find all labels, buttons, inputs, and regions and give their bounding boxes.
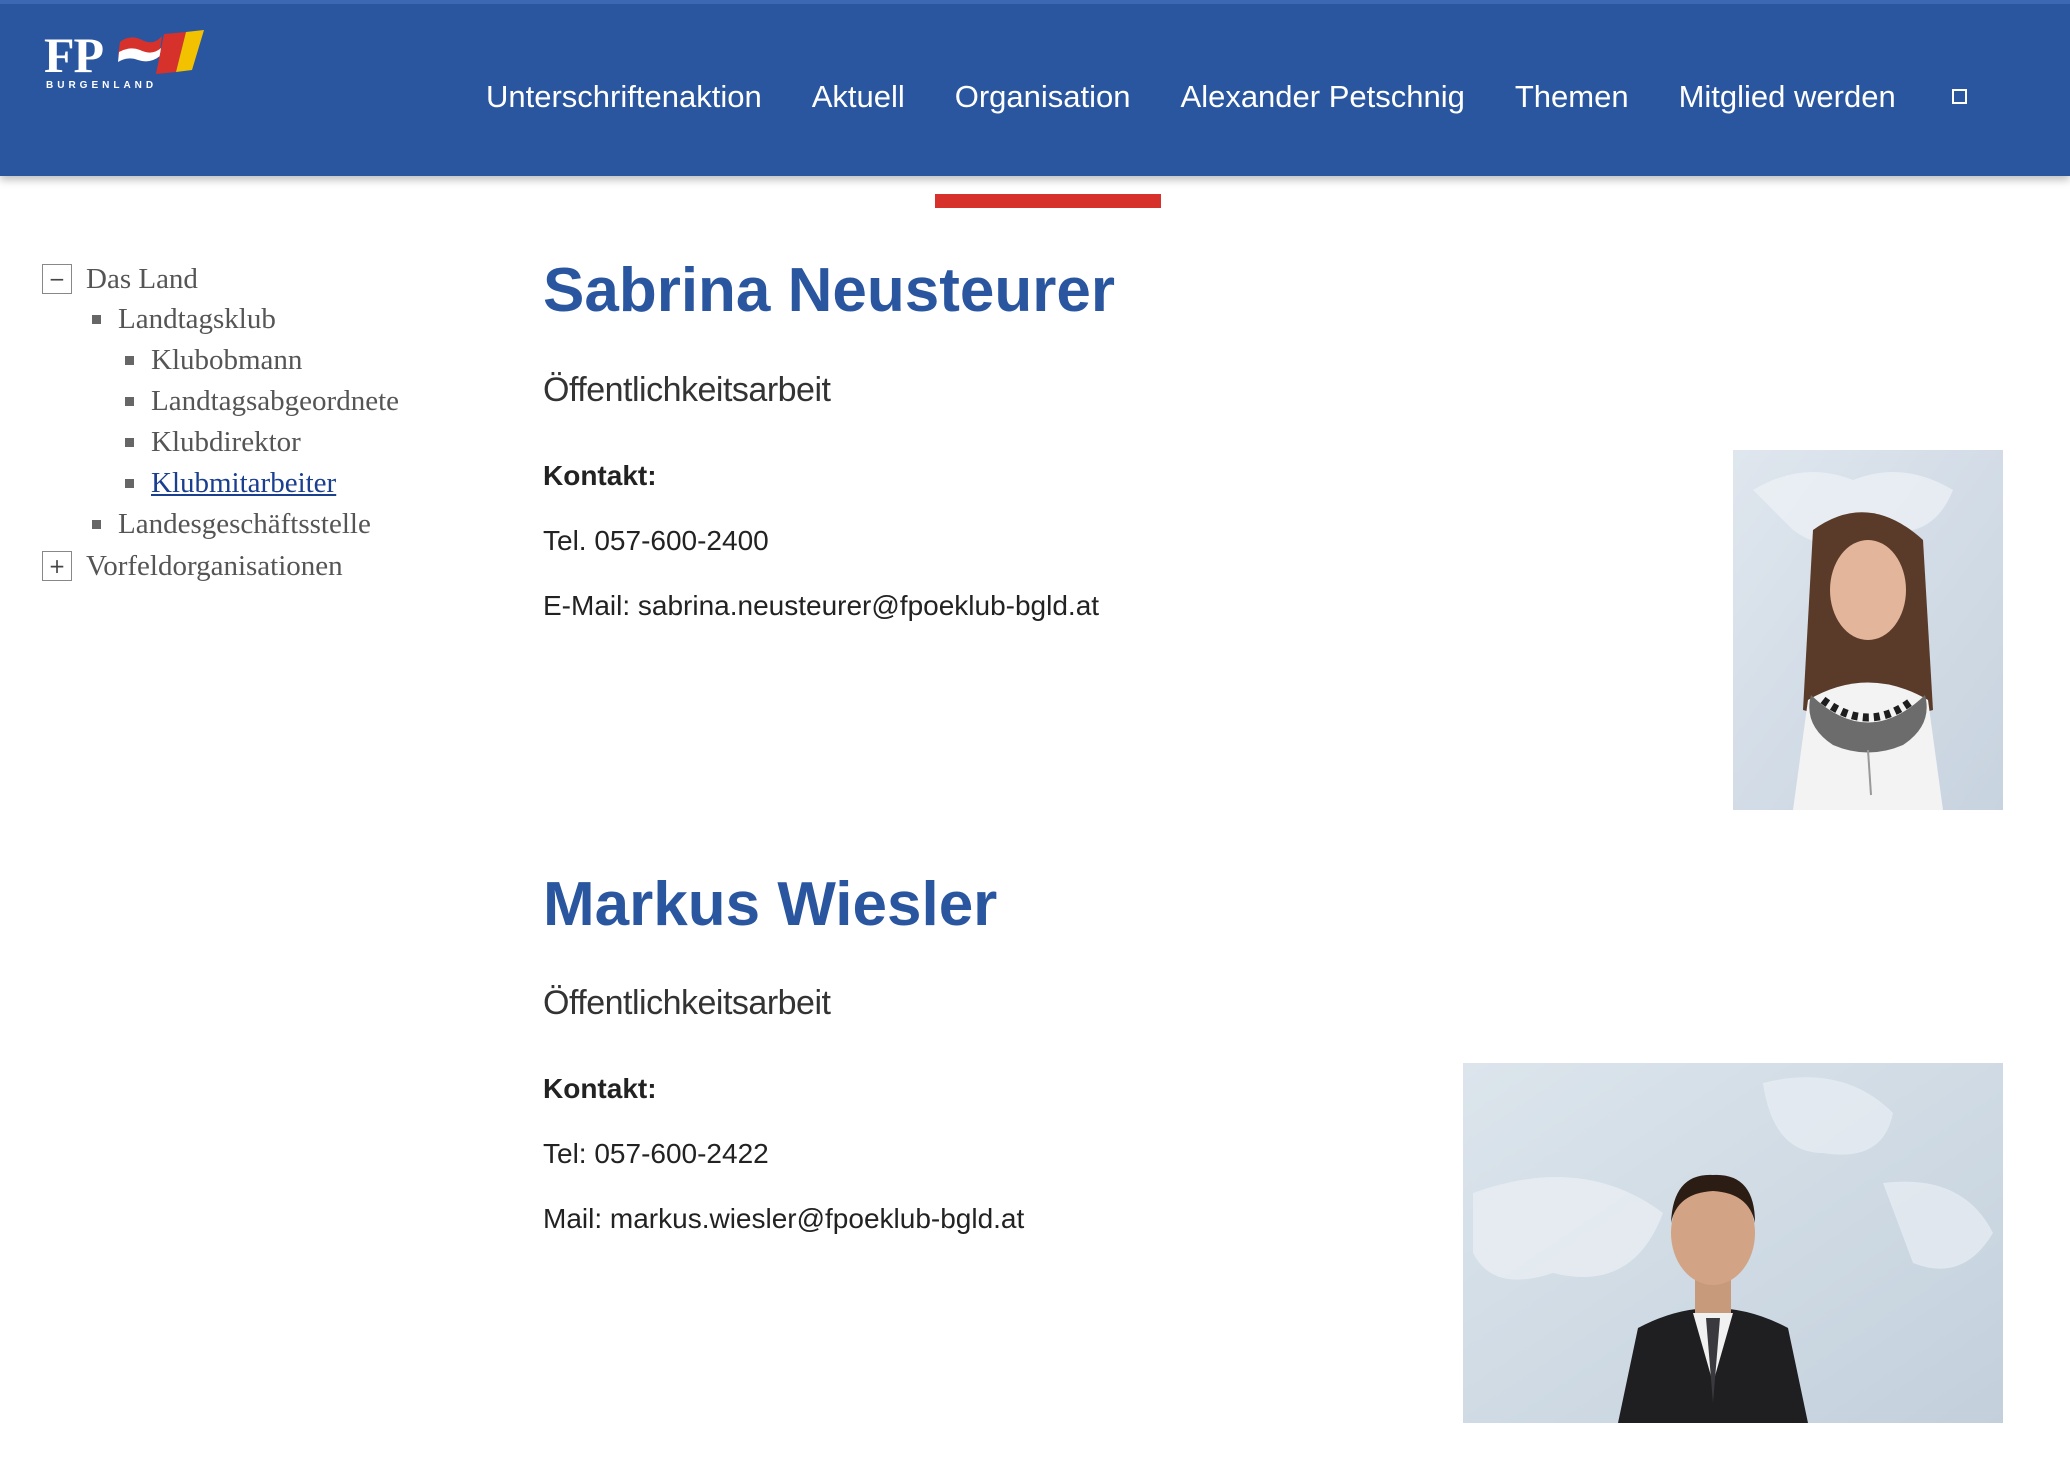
collapse-icon[interactable]: − [42,264,72,294]
tree-item-label[interactable]: Das Land [86,264,198,294]
portrait-photo [1733,450,2003,810]
tree-item-label-active[interactable]: Klubmitarbeiter [151,469,336,498]
tree-item-label[interactable]: Landtagsabgeordnete [151,387,399,416]
bullet-icon [125,356,134,365]
person-role: Öffentlichkeitsarbeit [543,984,831,1022]
tree-item-landesgeschaeftsstelle[interactable]: Landesgeschäftsstelle [92,510,371,539]
portrait-photo [1463,1063,2003,1423]
fpoe-burgenland-logo[interactable]: FP BURGENLAND [44,28,214,94]
bullet-icon [92,520,101,529]
contact-label: Kontakt: [543,460,657,491]
email-link[interactable]: E-Mail: sabrina.neusteurer@fpoeklub-bgld… [543,592,1099,620]
bullet-icon [125,397,134,406]
person-name: Markus Wiesler [543,870,998,939]
tree-item-landtagsabgeordnete[interactable]: Landtagsabgeordnete [125,387,399,416]
portrait-image [1463,1063,2003,1423]
tree-item-label[interactable]: Klubobmann [151,346,302,375]
tree-item-label[interactable]: Klubdirektor [151,428,301,457]
nav-item-unterschriftenaktion[interactable]: Unterschriftenaktion [486,65,762,112]
menu-square-icon[interactable] [1951,88,1967,104]
bullet-icon [125,438,134,447]
person-role: Öffentlichkeitsarbeit [543,371,831,409]
contact-label: Kontakt: [543,1073,657,1104]
nav-item-mitglied-werden[interactable]: Mitglied werden [1679,65,1896,112]
tree-item-klubdirektor[interactable]: Klubdirektor [125,428,301,457]
email-link[interactable]: Mail: markus.wiesler@fpoeklub-bgld.at [543,1205,1024,1233]
tree-item-vorfeldorganisationen[interactable]: + Vorfeldorganisationen [42,551,343,581]
site-header: FP BURGENLAND Unterschriftenaktion Aktue… [0,0,2070,208]
nav-item-alexander-petschnig[interactable]: Alexander Petschnig [1181,65,1465,112]
bullet-icon [125,479,134,488]
logo-text: FP [44,27,104,83]
person-name: Sabrina Neusteurer [543,256,1115,325]
nav-item-organisation[interactable]: Organisation [934,65,1161,208]
tree-item-klubmitarbeiter[interactable]: Klubmitarbeiter [125,469,336,498]
logo-flag-icon [118,30,204,74]
tree-item-label[interactable]: Landesgeschäftsstelle [118,510,371,539]
portrait-image [1733,450,2003,810]
phone-text: Tel. 057-600-2400 [543,525,769,556]
nav-item-themen[interactable]: Themen [1515,65,1629,112]
tree-item-klubobmann[interactable]: Klubobmann [125,346,302,375]
logo-subtitle: BURGENLAND [46,80,158,91]
bullet-icon [92,315,101,324]
tree-item-landtagsklub[interactable]: Landtagsklub [92,305,276,334]
expand-icon[interactable]: + [42,551,72,581]
tree-item-label[interactable]: Vorfeldorganisationen [86,551,343,581]
nav-item-aktuell[interactable]: Aktuell [812,65,905,112]
main-navigation: Unterschriftenaktion Aktuell Organisatio… [486,0,1967,208]
tree-item-das-land[interactable]: − Das Land [42,264,198,294]
tree-item-label[interactable]: Landtagsklub [118,305,276,334]
phone-text: Tel: 057-600-2422 [543,1138,769,1169]
